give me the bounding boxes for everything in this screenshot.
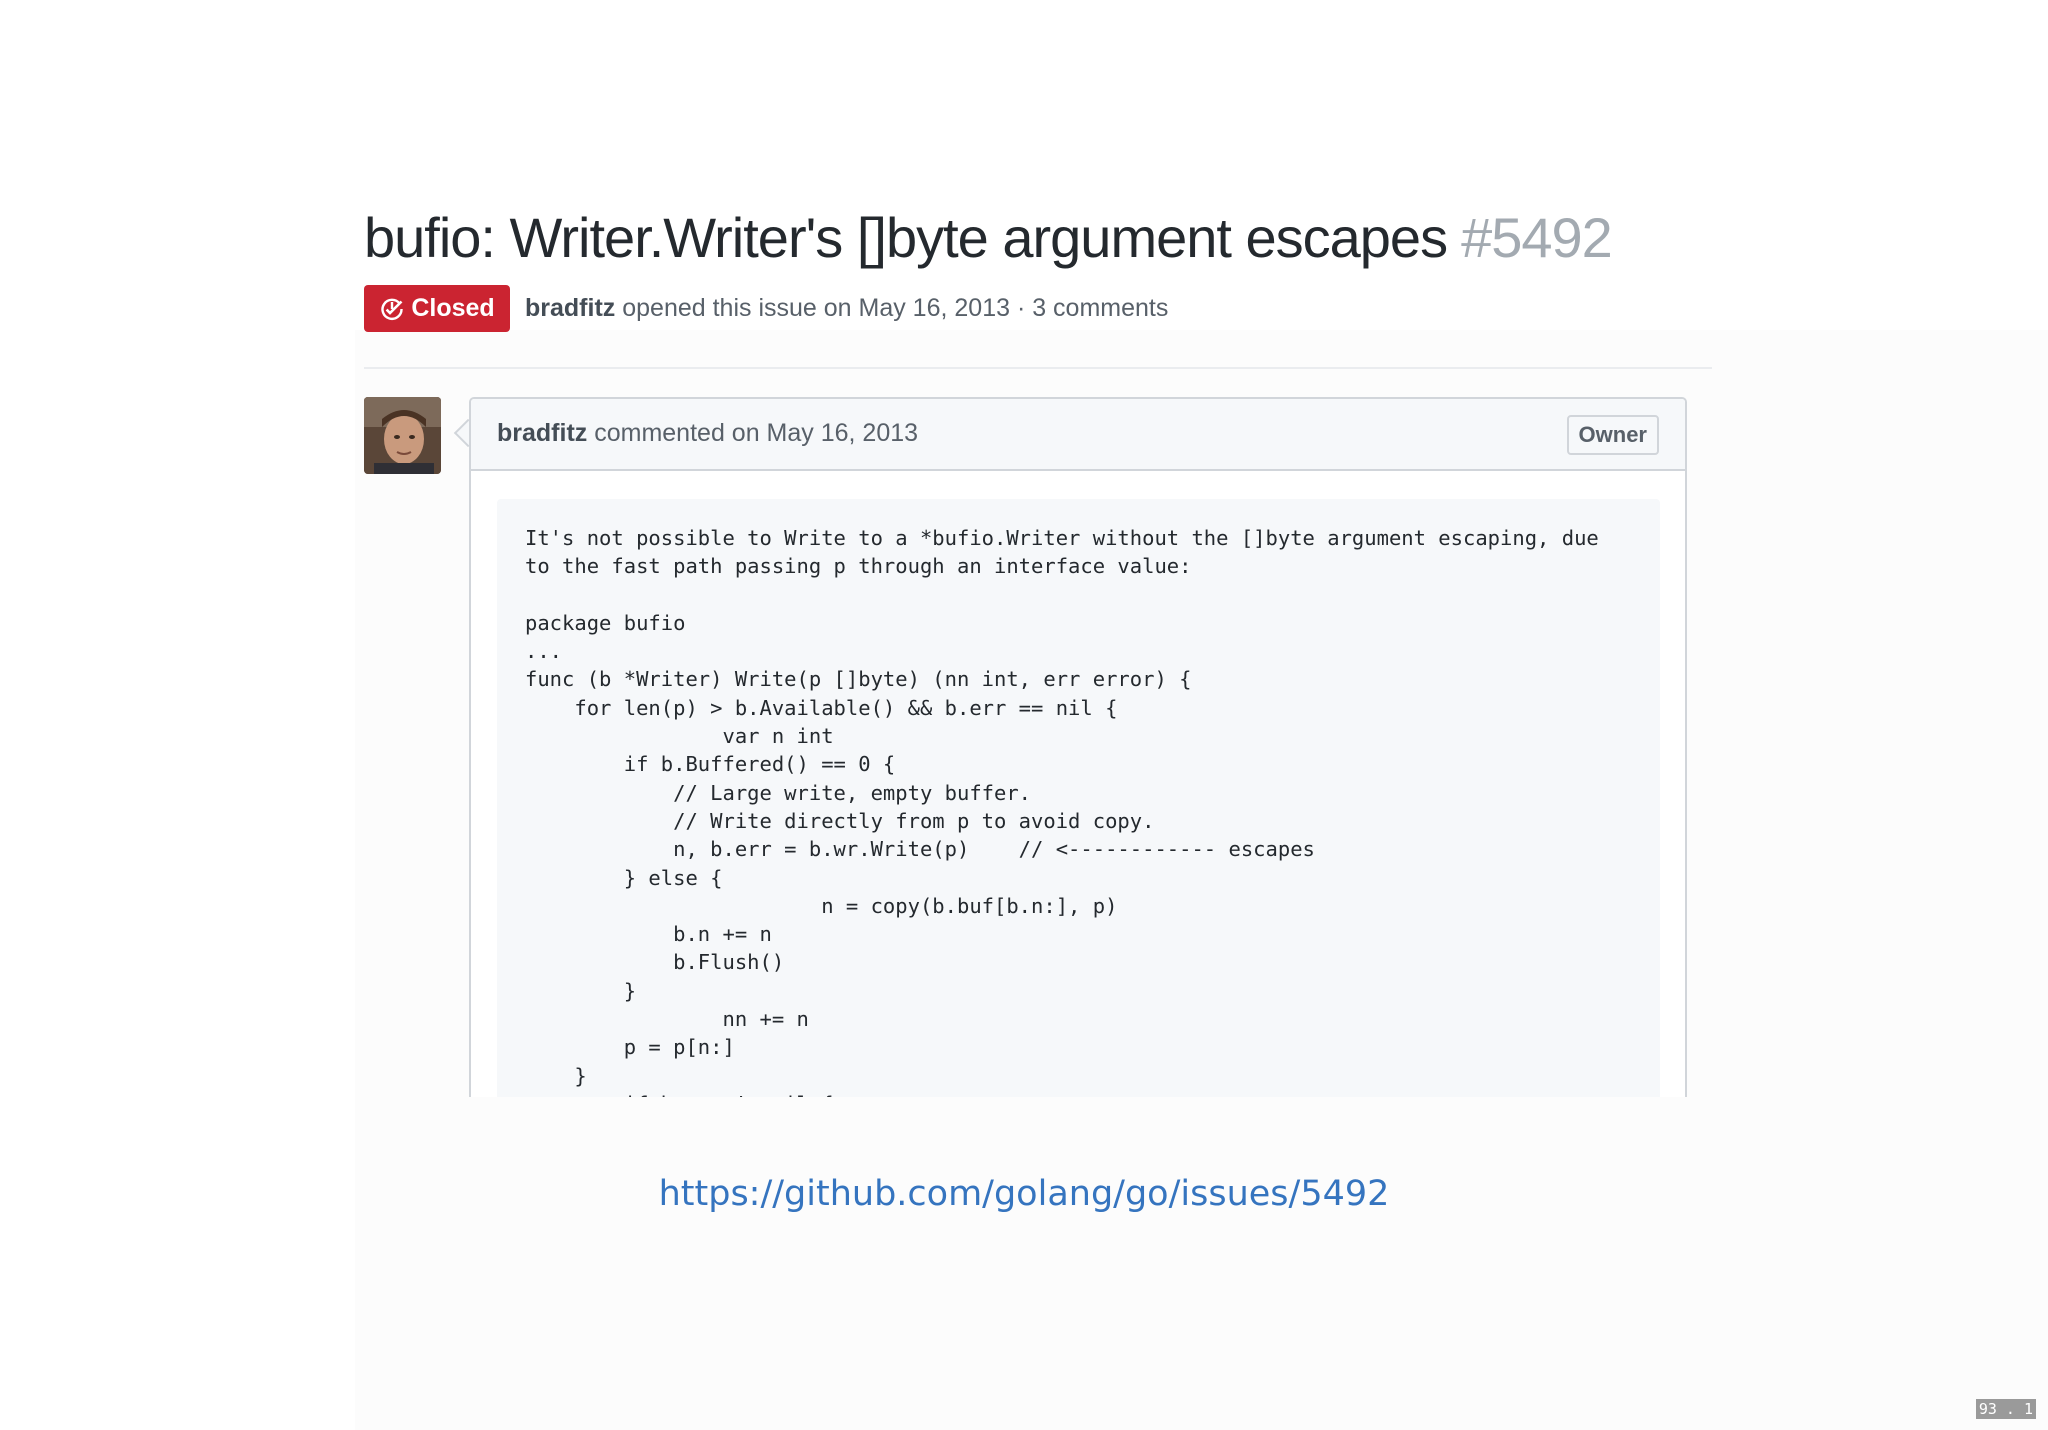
user-avatar[interactable] [364, 397, 441, 474]
comment-body-code: It's not possible to Write to a *bufio.W… [525, 526, 1599, 1097]
comment-header-text: bradfitz commented on May 16, 2013 [497, 416, 918, 451]
issue-title-text: bufio: Writer.Writer's []byte argument e… [364, 206, 1448, 269]
issue-state-badge: Closed [364, 285, 510, 332]
issue-author-link[interactable]: bradfitz [525, 294, 615, 322]
divider [364, 367, 1712, 369]
issue-meta: bradfitz opened this issue on May 16, 20… [525, 291, 1168, 326]
slide-number: 93 . 1 [1975, 1399, 2036, 1419]
issue-number: #5492 [1461, 206, 1613, 269]
issue-title: bufio: Writer.Writer's []byte argument e… [364, 202, 1613, 274]
owner-badge: Owner [1566, 415, 1659, 455]
comment-code-block: It's not possible to Write to a *bufio.W… [497, 499, 1660, 1097]
comment-author-link[interactable]: bradfitz [497, 419, 587, 447]
issue-closed-icon [379, 296, 405, 322]
issue-comment: bradfitz commented on May 16, 2013 Owner… [469, 397, 1687, 1097]
issue-state-label: Closed [411, 294, 495, 322]
issue-meta-text: opened this issue on May 16, 2013 · 3 co… [615, 294, 1169, 322]
issue-url-link[interactable]: https://github.com/golang/go/issues/5492 [0, 1170, 2048, 1218]
slide: bufio: Writer.Writer's []byte argument e… [0, 0, 2048, 1430]
comment-header: bradfitz commented on May 16, 2013 Owner [471, 399, 1685, 471]
comment-timestamp[interactable]: commented on May 16, 2013 [587, 419, 918, 447]
